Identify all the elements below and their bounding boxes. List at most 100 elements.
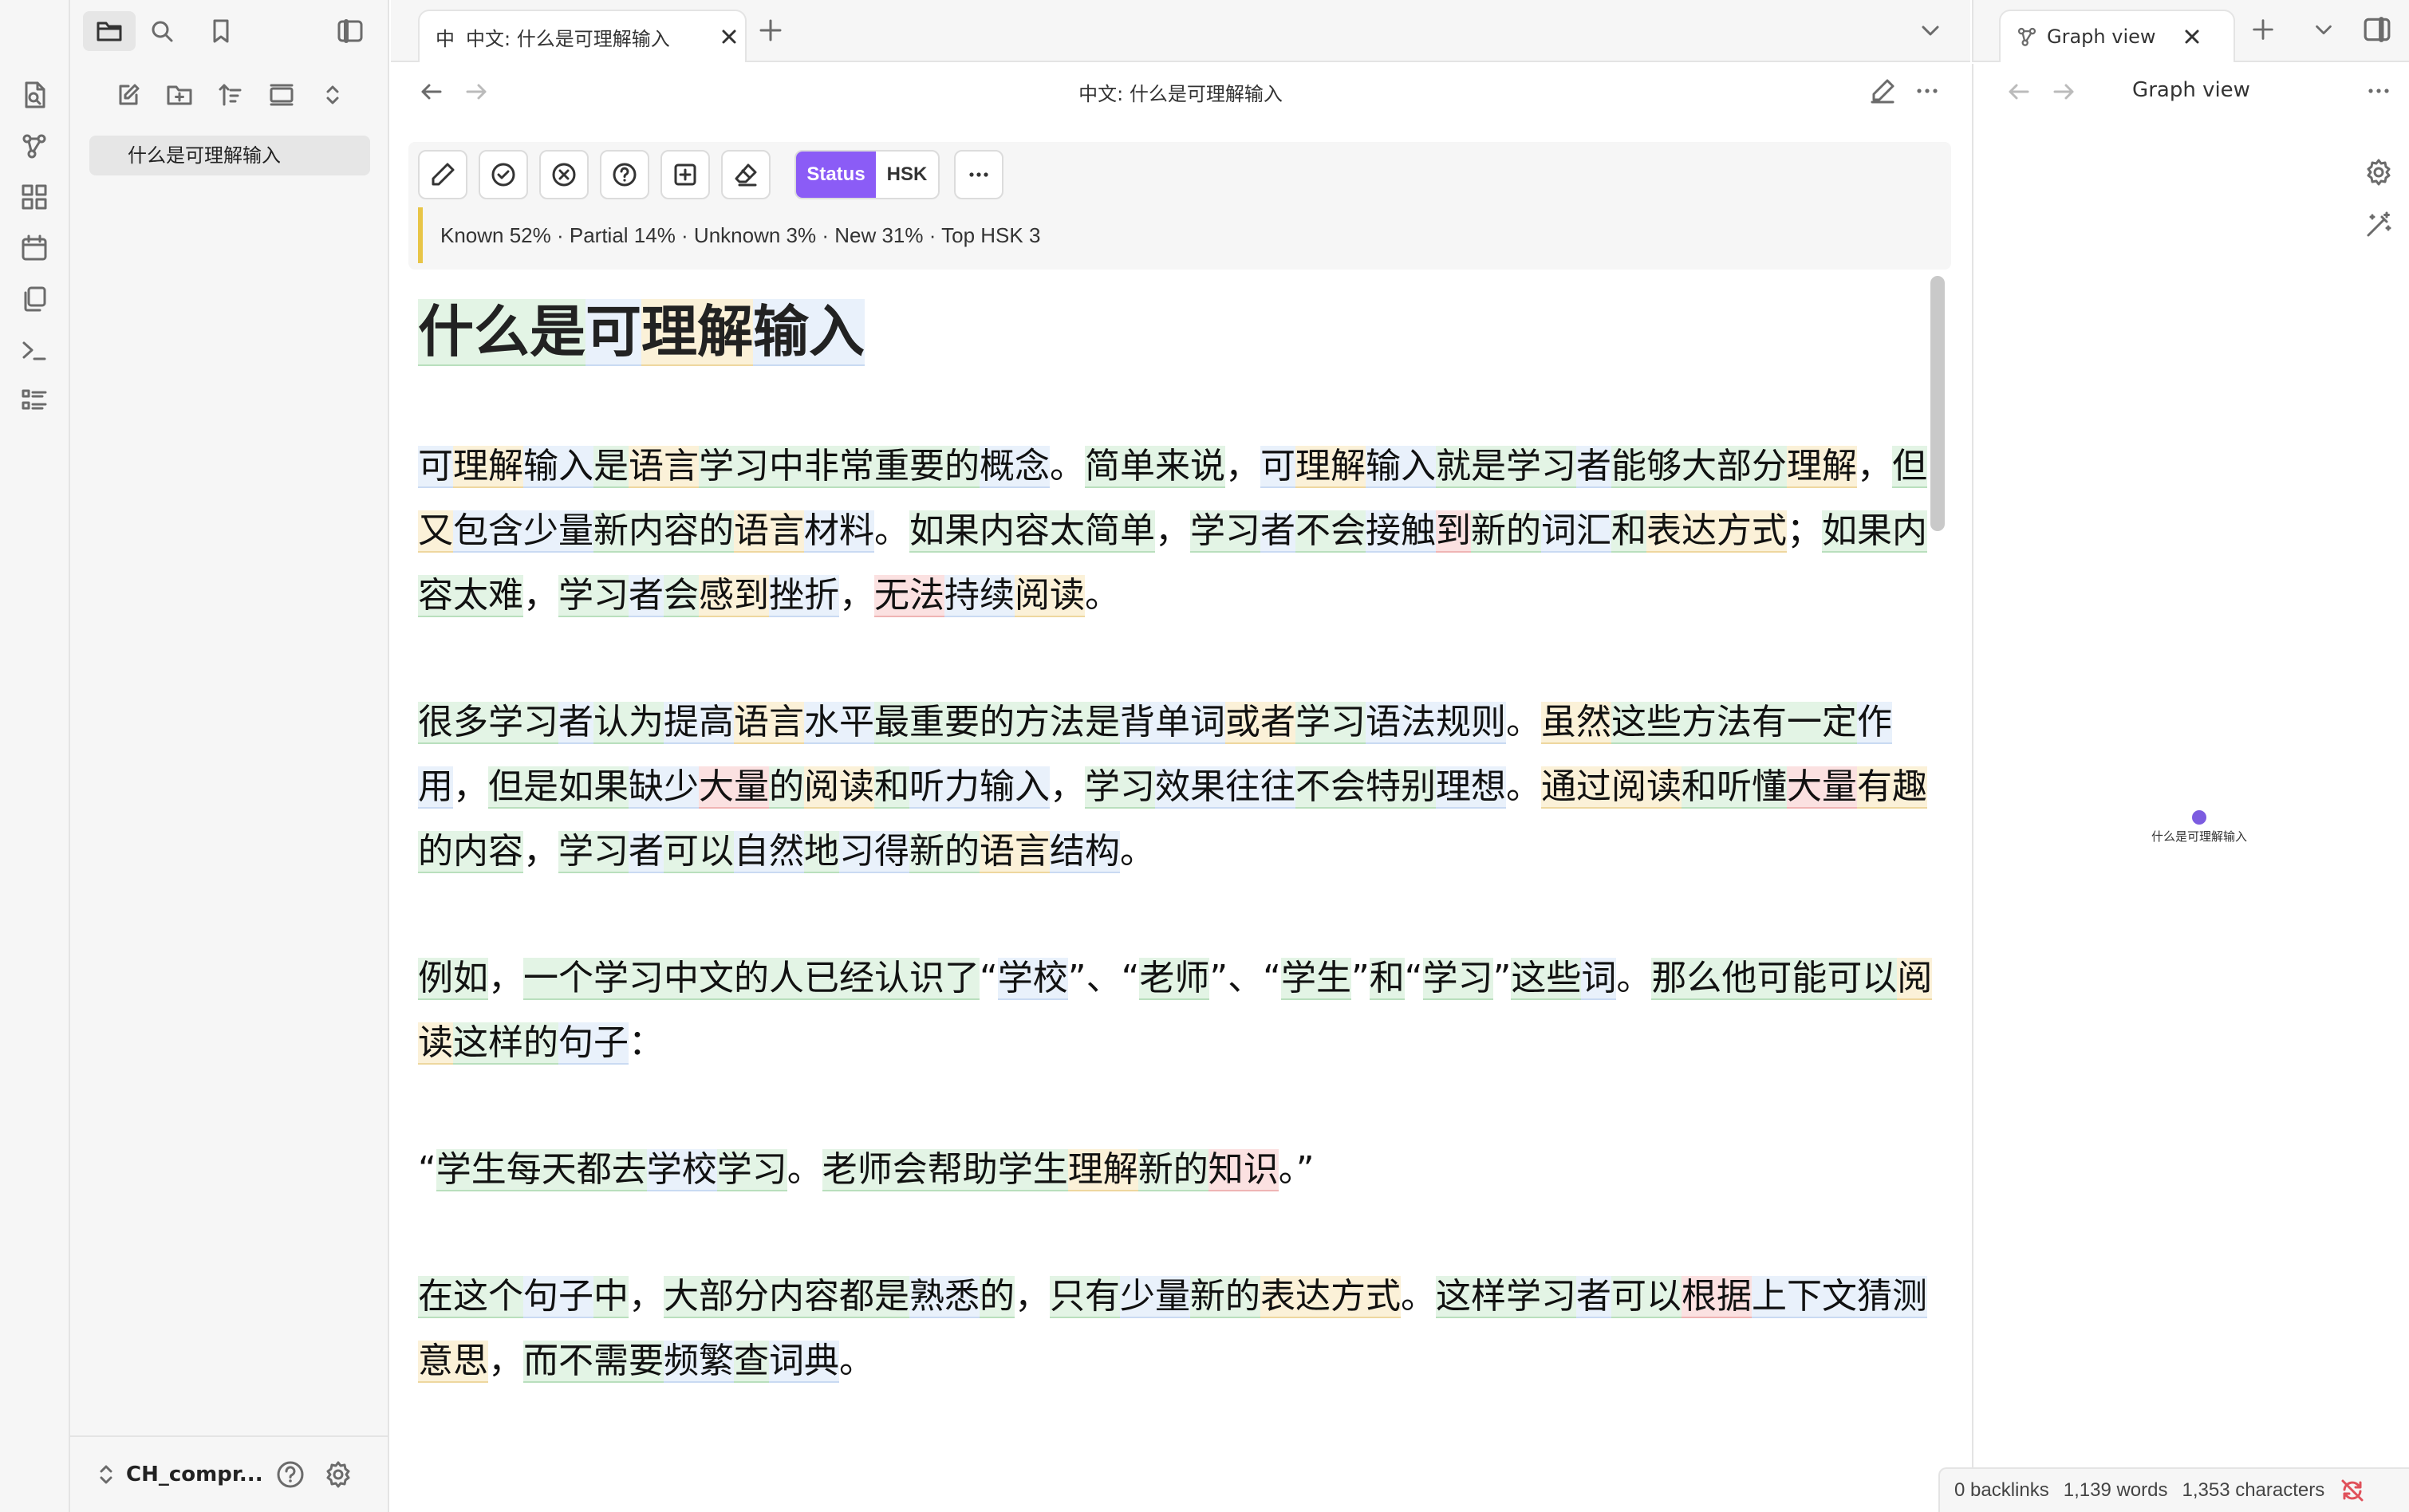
new-word[interactable]: 学校 <box>646 1149 717 1191</box>
new-word[interactable]: 包含 <box>453 510 523 553</box>
known-word[interactable]: 新 <box>1190 1276 1225 1318</box>
new-word[interactable]: 词汇 <box>1541 510 1611 553</box>
list-icon[interactable] <box>16 383 53 419</box>
known-word[interactable]: 内容 <box>629 510 699 553</box>
more-options-icon[interactable] <box>2364 77 2393 105</box>
new-word[interactable]: 规则 <box>1436 702 1506 744</box>
known-word[interactable]: 的 <box>1173 1149 1208 1191</box>
new-word[interactable]: 句子 <box>523 1276 593 1318</box>
known-word[interactable]: 认为 <box>593 702 664 744</box>
known-word[interactable]: 很多 <box>418 702 488 744</box>
known-word[interactable]: 的 <box>769 766 804 809</box>
known-word[interactable]: 简单 <box>1085 510 1155 553</box>
new-word[interactable]: 自然 <box>734 831 804 873</box>
known-word[interactable]: 来说 <box>1155 446 1225 488</box>
known-word[interactable]: 和 <box>1611 510 1646 553</box>
question-circle-icon[interactable] <box>600 150 649 199</box>
known-word[interactable]: 查 <box>734 1341 769 1383</box>
new-word[interactable]: 挫折 <box>769 575 839 617</box>
known-word[interactable]: 听懂 <box>1717 766 1787 809</box>
graph-node[interactable] <box>2192 810 2206 825</box>
known-word[interactable]: 学习 <box>558 831 629 873</box>
help-icon[interactable] <box>276 1460 305 1489</box>
new-word[interactable]: 句子 <box>558 1022 629 1065</box>
known-word[interactable]: 但是 <box>488 766 558 809</box>
known-word[interactable]: 是 <box>874 1276 909 1318</box>
new-word[interactable]: 听力 <box>909 766 980 809</box>
new-word[interactable]: 者 <box>629 575 664 617</box>
new-word[interactable]: 者 <box>1576 1276 1611 1318</box>
known-word[interactable]: 但 <box>1892 446 1927 488</box>
known-word[interactable]: 已经 <box>804 958 874 1000</box>
new-word[interactable]: 频繁 <box>664 1341 734 1383</box>
unknown-word[interactable]: 知识 <box>1208 1149 1279 1191</box>
partial-word[interactable]: 或者 <box>1225 702 1295 744</box>
known-word[interactable]: 太 <box>1050 510 1085 553</box>
known-word[interactable]: 最 <box>874 702 909 744</box>
sort-icon[interactable] <box>211 75 250 115</box>
folder-icon[interactable] <box>83 11 136 51</box>
known-word[interactable]: 新 <box>1471 510 1506 553</box>
tab-graph-view[interactable]: Graph view <box>1999 10 2235 62</box>
known-word[interactable]: 一个 <box>523 958 593 1000</box>
known-word[interactable]: 老师 <box>822 1149 893 1191</box>
new-word[interactable]: 词典 <box>769 1341 839 1383</box>
graph-node-label[interactable]: 什么是可理解输入 <box>2101 828 2297 845</box>
canvas-icon[interactable] <box>16 179 53 215</box>
known-word[interactable]: 方法 <box>1015 702 1085 744</box>
known-word[interactable]: 学习 <box>1422 958 1493 1000</box>
known-word[interactable]: 的 <box>980 702 1015 744</box>
known-word[interactable]: 可以 <box>1611 1276 1682 1318</box>
known-word[interactable]: 太 <box>453 575 488 617</box>
eraser-icon[interactable] <box>721 150 771 199</box>
new-word[interactable]: 少量 <box>1120 1276 1190 1318</box>
known-word[interactable]: 这样 <box>1436 1276 1506 1318</box>
right-sidebar-toggle-icon[interactable] <box>2363 16 2391 43</box>
status-mode-button[interactable]: Status <box>796 152 876 198</box>
known-word[interactable]: 内容 <box>769 1276 839 1318</box>
known-word[interactable]: 如果 <box>909 510 980 553</box>
partial-word[interactable]: 语言 <box>980 831 1050 873</box>
magic-wand-icon[interactable] <box>2364 211 2393 239</box>
known-word[interactable]: 老师 <box>1139 958 1210 1000</box>
known-word[interactable]: 一定 <box>1787 702 1857 744</box>
known-word[interactable]: 和 <box>1369 958 1405 1000</box>
vault-name[interactable]: CH_compr... <box>126 1463 263 1486</box>
known-word[interactable]: 了 <box>944 958 980 1000</box>
known-word[interactable]: 的 <box>1225 1276 1260 1318</box>
known-word[interactable]: 新 <box>593 510 629 553</box>
known-word[interactable]: 这样 <box>453 1022 523 1065</box>
known-word[interactable]: 认识 <box>874 958 944 1000</box>
new-word[interactable]: 者 <box>1260 510 1295 553</box>
known-word[interactable]: 学习 <box>1506 446 1576 488</box>
known-word[interactable]: 不会 <box>1295 766 1366 809</box>
close-icon[interactable] <box>2182 27 2202 46</box>
new-word[interactable]: 猜测 <box>1857 1276 1927 1318</box>
known-word[interactable]: 地 <box>804 831 839 873</box>
known-word[interactable]: 内容 <box>453 831 523 873</box>
known-word[interactable]: 和 <box>1682 766 1717 809</box>
known-word[interactable]: 这个 <box>453 1276 523 1318</box>
known-word[interactable]: 如果 <box>1822 510 1892 553</box>
vault-switch-icon[interactable] <box>97 1463 115 1486</box>
more-horizontal-icon[interactable] <box>954 150 1003 199</box>
known-word[interactable]: 只有 <box>1050 1276 1120 1318</box>
known-word[interactable]: 可以 <box>1827 958 1898 1000</box>
new-note-icon[interactable] <box>108 75 148 115</box>
known-word[interactable]: 在 <box>418 1276 453 1318</box>
new-word[interactable]: 词 <box>1581 958 1617 1000</box>
graph-icon[interactable] <box>16 128 53 164</box>
partial-word[interactable]: 理解 <box>1067 1149 1138 1191</box>
unknown-word[interactable]: 根据 <box>1682 1276 1752 1318</box>
known-word[interactable]: 人 <box>769 958 804 1000</box>
known-word[interactable]: 的 <box>1506 510 1541 553</box>
new-word[interactable]: 结构 <box>1050 831 1120 873</box>
partial-word[interactable]: 理解 <box>453 446 523 488</box>
known-word[interactable]: 的 <box>734 958 769 1000</box>
new-word[interactable]: 水平 <box>804 702 874 744</box>
note-title[interactable]: 中文: 什么是可理解输入 <box>391 78 1970 106</box>
editor-scrollbar[interactable] <box>1930 276 1945 531</box>
known-word[interactable]: 这些 <box>1611 702 1682 744</box>
file-item[interactable]: 什么是可理解输入 <box>89 136 370 175</box>
new-tab-icon[interactable] <box>756 16 785 45</box>
